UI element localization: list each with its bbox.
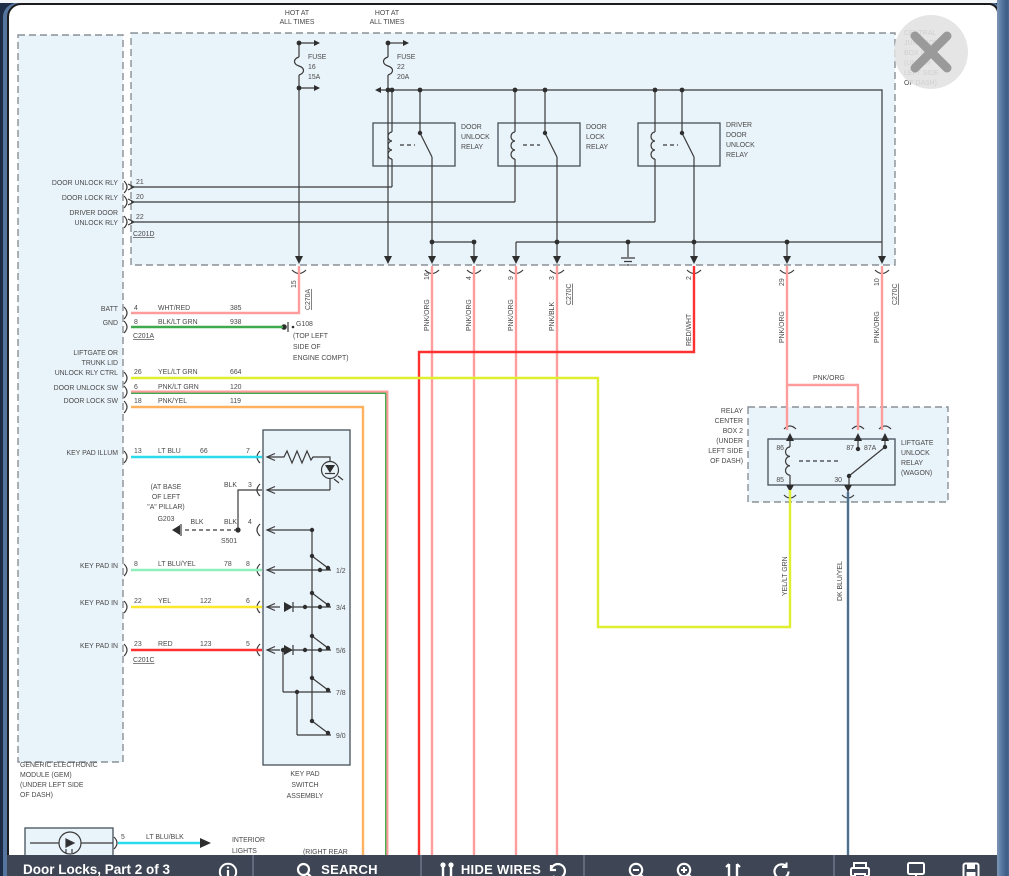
hide-wires-button[interactable]: HIDE WIRES <box>420 855 583 876</box>
window-top-edge <box>0 0 1009 3</box>
close-button[interactable] <box>894 15 968 89</box>
fit-width-icon[interactable] <box>724 862 742 876</box>
toolbar-title-segment[interactable]: Door Locks, Part 2 of 3 <box>7 855 252 876</box>
print-icon[interactable] <box>850 862 870 876</box>
zoom-in-icon[interactable] <box>676 862 694 876</box>
zoom-out-icon[interactable] <box>628 862 646 876</box>
search-button[interactable]: SEARCH <box>252 855 420 876</box>
scrollbar[interactable] <box>997 0 1009 876</box>
app-window: HOT ATALL TIMESHOT ATALL TIMESFUSE1615AF… <box>0 0 1009 876</box>
search-icon <box>296 862 314 876</box>
info-icon[interactable] <box>218 862 238 876</box>
output-controls <box>833 855 995 876</box>
monitor-icon[interactable] <box>906 862 926 876</box>
zoom-controls <box>583 855 833 876</box>
diagram-page <box>7 3 999 876</box>
undo-icon[interactable] <box>547 862 566 876</box>
diagram-title: Door Locks, Part 2 of 3 <box>23 862 170 876</box>
rotate-icon[interactable] <box>772 862 790 876</box>
hide-wires-icon <box>439 862 455 876</box>
search-label: SEARCH <box>321 862 378 876</box>
hide-wires-label: HIDE WIRES <box>461 862 541 876</box>
bottom-toolbar: Door Locks, Part 2 of 3 SEARCH HIDE WIRE… <box>7 855 997 876</box>
save-icon[interactable] <box>962 862 980 876</box>
close-icon <box>909 30 953 74</box>
